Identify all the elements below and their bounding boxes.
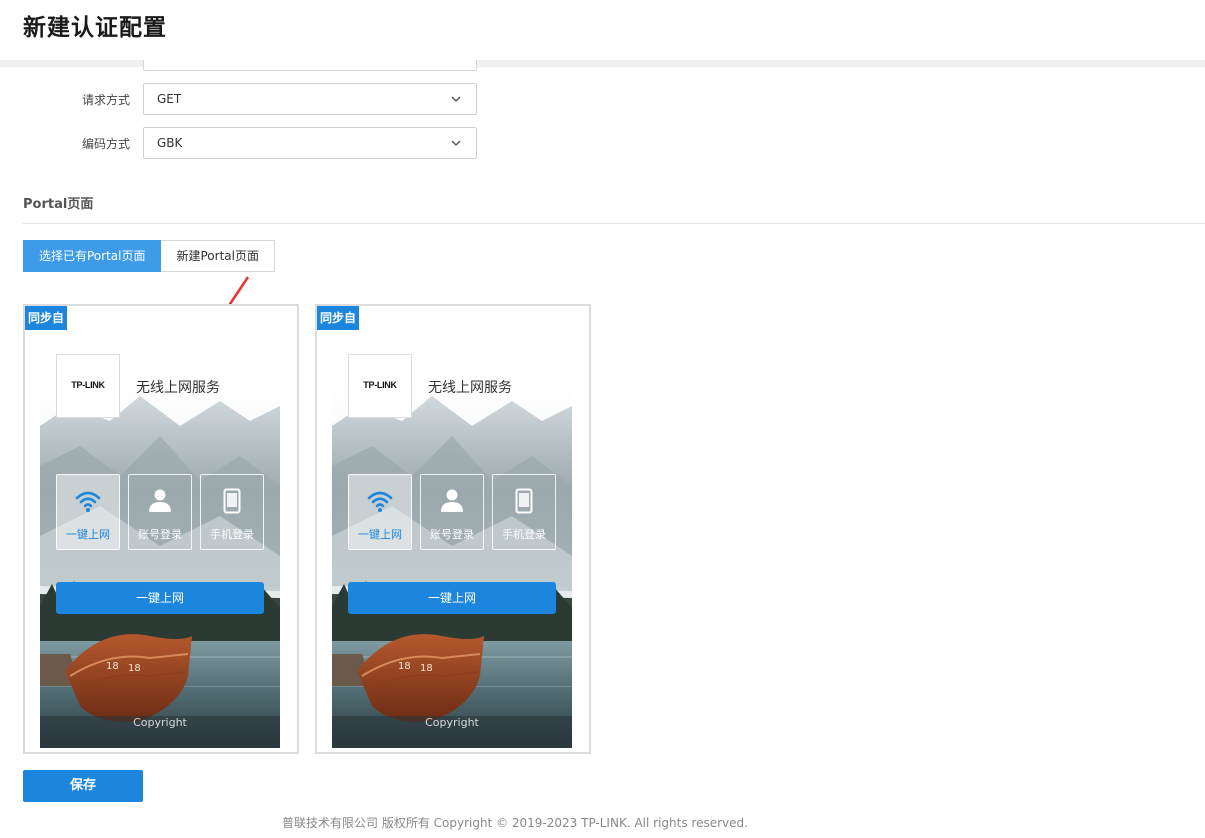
page-header: 新建认证配置	[0, 0, 1205, 60]
one-click-login-button[interactable]: 一键上网	[56, 582, 264, 614]
chevron-down-icon	[451, 140, 461, 146]
portal-tabs: 选择已有Portal页面 新建Portal页面	[23, 240, 275, 272]
request-method-value: GET	[157, 92, 182, 106]
lake-boat-background	[332, 386, 572, 748]
wifi-icon	[75, 491, 101, 512]
user-icon	[149, 489, 171, 512]
copyright-text: Copyright	[425, 716, 479, 729]
encoding-value: GBK	[157, 136, 183, 150]
portal-preview	[40, 386, 280, 748]
tp-link-logo: TP-LINK	[348, 354, 412, 418]
page-title: 新建认证配置	[23, 15, 167, 41]
section-divider	[23, 223, 1205, 224]
request-method-row: 请求方式 GET	[0, 83, 500, 115]
portal-preview	[332, 386, 572, 748]
copyright-text: Copyright	[133, 716, 187, 729]
option-one-click[interactable]: 一键上网	[348, 474, 412, 550]
portal-card[interactable]: 同步自 TP-LINK 无线上网服务 一键上网 账号登录 手机登录 一键上网 C…	[315, 304, 591, 754]
chevron-down-icon	[451, 96, 461, 102]
request-method-label: 请求方式	[81, 93, 130, 107]
save-button[interactable]: 保存	[23, 770, 143, 802]
previous-field-bottom[interactable]	[143, 60, 477, 71]
wifi-icon	[367, 491, 393, 512]
service-title: 无线上网服务	[428, 380, 512, 396]
option-label: 一键上网	[66, 528, 110, 541]
phone-icon	[515, 488, 533, 514]
option-label: 账号登录	[138, 528, 182, 541]
footer-copyright: 普联技术有限公司 版权所有 Copyright © 2019-2023 TP-L…	[282, 816, 748, 830]
tab-new-portal[interactable]: 新建Portal页面	[161, 240, 275, 272]
option-label: 账号登录	[430, 528, 474, 541]
option-label: 手机登录	[210, 528, 254, 541]
option-label: 手机登录	[502, 528, 546, 541]
one-click-login-button[interactable]: 一键上网	[348, 582, 556, 614]
lake-boat-background	[40, 386, 280, 748]
encoding-row: 编码方式 GBK	[0, 127, 500, 159]
option-phone-login[interactable]: 手机登录	[492, 474, 556, 550]
portal-card[interactable]: 同步自 TP-LINK 无线上网服务 一键上网 账号登录 手机登录 一键上网 C…	[23, 304, 299, 754]
tp-link-logo: TP-LINK	[56, 354, 120, 418]
portal-section-title: Portal页面	[23, 197, 94, 212]
user-icon	[441, 489, 463, 512]
phone-icon	[223, 488, 241, 514]
service-title: 无线上网服务	[136, 380, 220, 396]
request-method-select[interactable]: GET	[143, 83, 477, 115]
option-account-login[interactable]: 账号登录	[420, 474, 484, 550]
option-label: 一键上网	[358, 528, 402, 541]
encoding-label: 编码方式	[81, 137, 130, 151]
option-account-login[interactable]: 账号登录	[128, 474, 192, 550]
sync-badge: 同步自	[25, 306, 68, 330]
sync-badge: 同步自	[317, 306, 360, 330]
option-one-click[interactable]: 一键上网	[56, 474, 120, 550]
tab-select-existing-portal[interactable]: 选择已有Portal页面	[23, 240, 162, 272]
encoding-select[interactable]: GBK	[143, 127, 477, 159]
option-phone-login[interactable]: 手机登录	[200, 474, 264, 550]
